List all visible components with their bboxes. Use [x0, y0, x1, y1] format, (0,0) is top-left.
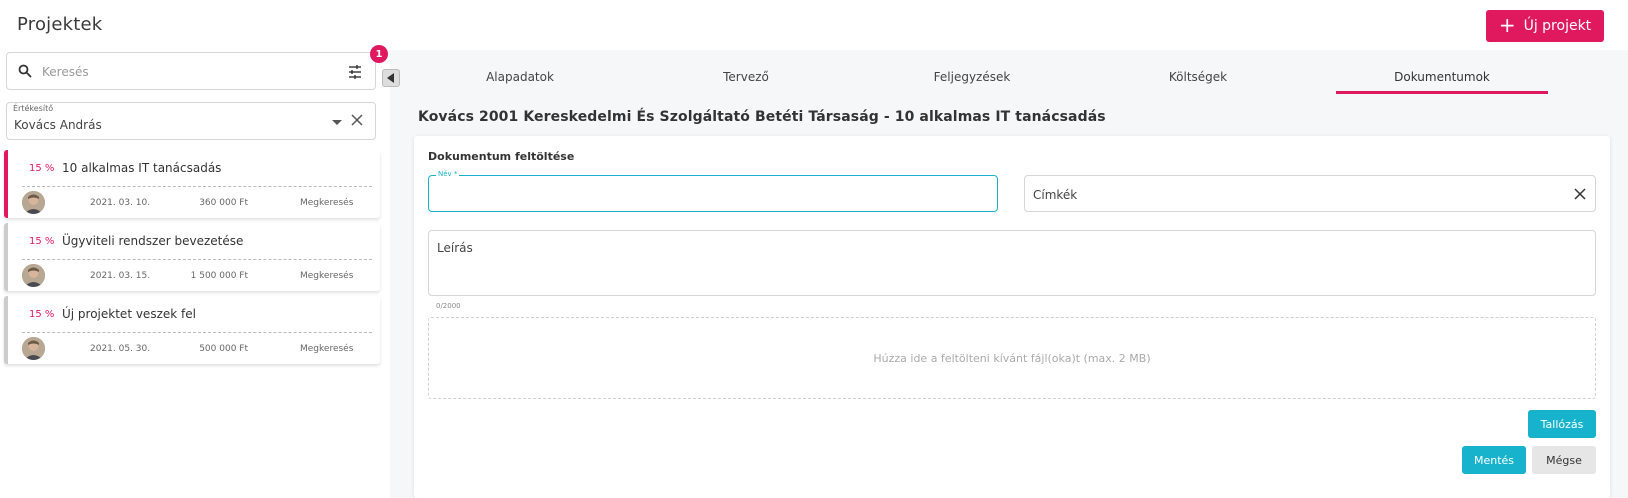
project-title: Új projektet veszek fel	[62, 307, 196, 321]
project-status: Megkeresés	[300, 198, 354, 208]
name-field: Név *	[428, 170, 998, 212]
project-amount: 360 000 Ft	[199, 198, 248, 208]
project-date: 2021. 03. 10.	[90, 198, 151, 208]
avatar	[22, 191, 45, 214]
filter-settings-icon[interactable]	[347, 64, 363, 80]
avatar	[22, 337, 45, 360]
search-input[interactable]	[42, 61, 322, 83]
tab-koltsegek[interactable]: Költségek	[1088, 64, 1308, 94]
project-card[interactable]: 15 % Ügyviteli rendszer bevezetése 2021.…	[4, 223, 380, 291]
tab-alapadatok[interactable]: Alapadatok	[410, 64, 630, 94]
card-divider	[22, 332, 372, 333]
project-status: Megkeresés	[300, 271, 354, 281]
evaluator-label: Értékesítő	[13, 104, 54, 113]
project-title: 10 alkalmas IT tanácsadás	[62, 161, 222, 175]
card-divider	[22, 186, 372, 187]
tab-dokumentumok[interactable]: Dokumentumok	[1336, 64, 1548, 94]
project-date: 2021. 05. 30.	[90, 344, 151, 354]
evaluator-value: Kovács András	[14, 118, 102, 132]
project-amount: 1 500 000 Ft	[190, 271, 248, 281]
project-progress: 15 %	[29, 163, 55, 174]
project-status: Megkeresés	[300, 344, 354, 354]
collapse-sidebar-button[interactable]	[382, 69, 400, 87]
filter-count-badge: 1	[370, 45, 388, 63]
project-detail: Alapadatok Tervező Feljegyzések Költsége…	[382, 50, 1628, 498]
tab-feljegyzesek[interactable]: Feljegyzések	[862, 64, 1082, 94]
search-box: 1	[6, 45, 388, 90]
page-header: Projektek + Új projekt	[0, 0, 1628, 50]
file-drop-zone[interactable]: Húzza ide a feltölteni kívánt fájl(oka)t…	[428, 317, 1596, 399]
upload-title: Dokumentum feltöltése	[428, 150, 575, 163]
project-sidebar: 1 Értékesítő Kovács András 15 % 10 alkal…	[0, 45, 390, 498]
project-card[interactable]: 15 % Új projektet veszek fel 2021. 05. 3…	[4, 296, 380, 364]
tab-tervezo[interactable]: Tervező	[636, 64, 856, 94]
project-date: 2021. 03. 15.	[90, 271, 151, 281]
document-upload-card: Dokumentum feltöltése Név * 0/2000 Húzza…	[414, 136, 1610, 498]
avatar	[22, 264, 45, 287]
tags-field	[1024, 175, 1596, 212]
page-title: Projektek	[17, 14, 103, 35]
save-button[interactable]: Mentés	[1462, 446, 1526, 474]
close-icon[interactable]	[1573, 187, 1587, 201]
project-card[interactable]: 15 % 10 alkalmas IT tanácsadás 2021. 03.…	[4, 150, 380, 218]
new-project-label: Új projekt	[1523, 18, 1592, 34]
tags-input[interactable]	[1033, 185, 1533, 205]
project-progress: 15 %	[29, 236, 55, 247]
close-icon[interactable]	[350, 113, 364, 127]
evaluator-select[interactable]: Értékesítő Kovács András	[6, 102, 376, 140]
cancel-button[interactable]: Mégse	[1532, 446, 1596, 474]
card-divider	[22, 259, 372, 260]
name-input[interactable]	[437, 184, 987, 204]
browse-button[interactable]: Tallózás	[1528, 410, 1596, 438]
caret-down-icon[interactable]	[332, 120, 342, 125]
description-field	[428, 230, 1596, 296]
plus-icon: +	[1498, 13, 1516, 37]
tab-bar: Alapadatok Tervező Feljegyzések Költsége…	[410, 64, 1606, 94]
name-label: Név *	[436, 170, 460, 178]
description-input[interactable]	[437, 241, 1587, 289]
project-title: Ügyviteli rendszer bevezetése	[62, 234, 244, 248]
project-list: 15 % 10 alkalmas IT tanácsadás 2021. 03.…	[4, 150, 382, 369]
project-heading: Kovács 2001 Kereskedelmi És Szolgáltató …	[418, 109, 1106, 125]
drop-zone-text: Húzza ide a feltölteni kívánt fájl(oka)t…	[873, 351, 1151, 365]
chevron-left-icon	[387, 73, 394, 83]
new-project-button[interactable]: + Új projekt	[1486, 10, 1604, 42]
search-icon	[18, 64, 32, 78]
description-counter: 0/2000	[436, 302, 461, 310]
project-progress: 15 %	[29, 309, 55, 320]
project-amount: 500 000 Ft	[199, 344, 248, 354]
